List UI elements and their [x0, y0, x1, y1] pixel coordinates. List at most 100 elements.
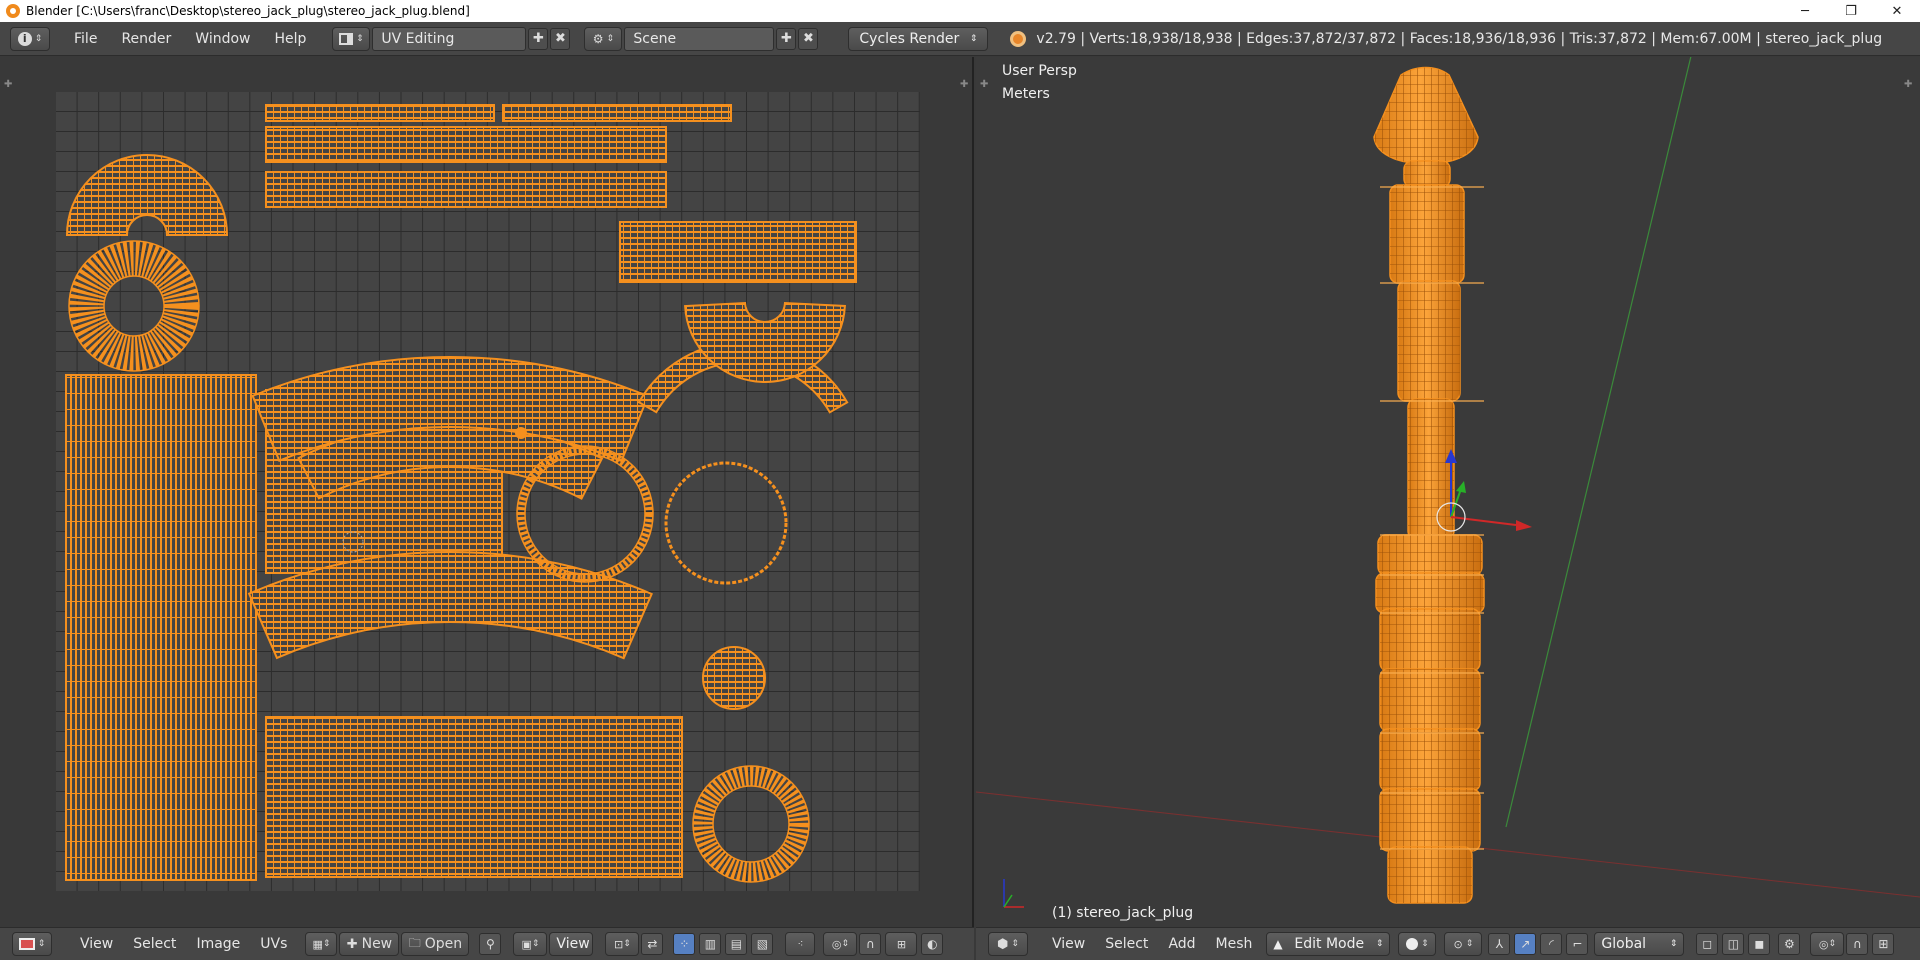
render-channel-button[interactable]: ◐ [921, 933, 944, 955]
manipulator-y-arrow-icon[interactable] [1456, 481, 1466, 493]
open-image-button[interactable]: 🗀 Open [401, 932, 470, 956]
plug-body-segment-wire[interactable] [1380, 609, 1480, 671]
uv-island[interactable] [265, 171, 667, 208]
uv-island[interactable] [265, 126, 667, 163]
rotate-manipulator-button[interactable]: ◜ [1540, 933, 1563, 955]
v3d-menu-mesh[interactable]: Mesh [1206, 936, 1263, 952]
sync-selection-button[interactable]: ⇄ [641, 933, 664, 955]
pivot-icon: ⊡ [614, 937, 624, 951]
new-image-button[interactable]: ✚ New [339, 932, 400, 956]
uv-ring-edge[interactable] [712, 785, 790, 863]
snap-button[interactable]: ∩ [1846, 933, 1869, 955]
image-editor-icon: ▣ [521, 937, 532, 951]
transform-orientation-dropdown[interactable]: Global ⇕ [1594, 932, 1685, 956]
edge-select-button[interactable]: ▥ [699, 933, 722, 955]
menu-render[interactable]: Render [109, 31, 183, 47]
info-header: i ⇕ File Render Window Help ⇕ UV Editing… [0, 22, 1920, 56]
restore-button[interactable]: ❐ [1828, 0, 1874, 22]
image-browse-button[interactable]: ▦ ⇕ [305, 932, 338, 956]
uv-ring-island[interactable] [69, 241, 199, 371]
translate-manipulator-button[interactable]: ↗ [1514, 933, 1537, 955]
uv-island[interactable] [502, 104, 732, 122]
uv-ring-island[interactable] [693, 766, 809, 882]
editor-type-3d-button[interactable]: ⬢ ⇕ [988, 932, 1028, 956]
editor-type-uv-button[interactable]: ⇕ [12, 932, 52, 956]
screen-layout-field[interactable]: UV Editing [372, 26, 527, 51]
render-engine-dropdown[interactable]: Cycles Render ⇕ [848, 26, 989, 51]
plug-body-segment-wire[interactable] [1380, 669, 1480, 731]
scale-manipulator-button[interactable]: ⌐ [1566, 933, 1589, 955]
close-button[interactable]: ✕ [1874, 0, 1920, 22]
edge-select-mode-button[interactable]: ◫ [1722, 933, 1745, 955]
plug-collar-wire[interactable] [1378, 535, 1482, 575]
plug-body-top-wire[interactable] [1376, 573, 1484, 613]
title-bar: Blender [C:\Users\franc\Desktop\stereo_j… [0, 0, 1920, 22]
snap-target-button[interactable]: ⊞ [1872, 933, 1895, 955]
proportional-edit-button[interactable]: ◎ ⇕ [823, 932, 858, 956]
uv-menu-select[interactable]: Select [123, 936, 186, 952]
uv-island[interactable] [619, 221, 857, 283]
plug-body-segment-wire[interactable] [1380, 729, 1480, 791]
v3d-menu-add[interactable]: Add [1158, 936, 1205, 952]
minimize-button[interactable]: ─ [1782, 0, 1828, 22]
uv-island[interactable] [65, 374, 257, 881]
uv-menu-uvs[interactable]: UVs [250, 936, 297, 952]
edit-mode-icon: ▲ [1273, 937, 1283, 951]
v3d-menu-view[interactable]: View [1042, 936, 1095, 952]
v3d-menu-select[interactable]: Select [1095, 936, 1158, 952]
add-layout-button[interactable]: ✚ [528, 27, 549, 50]
face-select-mode-button[interactable]: ◼ [1748, 933, 1771, 955]
uv-disc-island[interactable] [702, 646, 766, 710]
screen-layout-browse-button[interactable]: ⇕ [332, 26, 371, 51]
snap-toggle-button[interactable]: ∩ [859, 933, 882, 955]
plug-sleeve-lower-wire[interactable] [1408, 399, 1454, 539]
menu-window[interactable]: Window [183, 31, 262, 47]
magnet-icon: ∩ [1853, 937, 1862, 951]
uv-ring-island[interactable] [664, 461, 788, 585]
manipulator-x-arrow-icon[interactable] [1516, 520, 1532, 531]
pin-button[interactable]: ⚲ [479, 933, 502, 955]
plug-tip-neck-wire[interactable] [1404, 161, 1450, 187]
pivot-point-button[interactable]: ⊡ ⇕ [605, 932, 640, 956]
scene-field[interactable]: Scene [624, 26, 775, 51]
view-mode-dropdown[interactable]: View [549, 932, 594, 956]
manipulator-x-axis[interactable] [1450, 516, 1517, 526]
jack-plug-mesh[interactable] [1373, 66, 1485, 904]
vertex-select-button[interactable]: ⁘ [673, 933, 696, 955]
uv-menu-image[interactable]: Image [186, 936, 250, 952]
plug-body-segment-wire[interactable] [1380, 789, 1480, 851]
proportional-editing-button[interactable]: ◎ ⇕ [1810, 932, 1845, 956]
scene-browse-button[interactable]: ⚙ ⇕ [584, 26, 623, 51]
manipulator-toggle-button[interactable]: ⅄ [1488, 933, 1511, 955]
uv-islands[interactable] [0, 57, 974, 927]
occlude-geometry-button[interactable]: ⚙ [1778, 933, 1801, 955]
plug-body-bottom-wire[interactable] [1388, 847, 1472, 903]
viewport-shading-button[interactable]: ⇕ [1398, 932, 1437, 956]
uv-island[interactable] [265, 716, 683, 878]
editor-type-info-button[interactable]: i ⇕ [10, 26, 50, 51]
snap-element-button[interactable]: ⊞ [885, 932, 918, 956]
chevron-updown-icon: ⇕ [841, 939, 849, 949]
pivot-center-button[interactable]: ⊙ ⇕ [1444, 932, 1483, 956]
uv-arc-island[interactable] [65, 154, 229, 236]
plug-sleeve-wire[interactable] [1398, 281, 1460, 401]
uv-island[interactable] [265, 104, 495, 122]
view-mode-type-button[interactable]: ▣ ⇕ [513, 932, 548, 956]
plug-ring-upper-wire[interactable] [1390, 185, 1464, 283]
face-select-button[interactable]: ▤ [725, 933, 748, 955]
uv-disc-island[interactable] [515, 427, 527, 439]
uv-ring-edge[interactable] [103, 275, 165, 337]
interaction-mode-dropdown[interactable]: ▲ Edit Mode ⇕ [1266, 932, 1391, 956]
menu-help[interactable]: Help [262, 31, 318, 47]
uv-image-editor[interactable]: ✚ ✚ [0, 57, 974, 927]
island-select-button[interactable]: ▧ [751, 933, 774, 955]
menu-file[interactable]: File [62, 31, 109, 47]
plug-tip-wire[interactable] [1374, 67, 1478, 164]
remove-scene-button[interactable]: ✖ [798, 27, 819, 50]
3d-viewport[interactable]: ✚ ✚ User Persp Meters (1) stereo_jack_pl… [976, 57, 1920, 927]
uv-menu-view[interactable]: View [70, 936, 123, 952]
vertex-select-mode-button[interactable]: ◻ [1696, 933, 1719, 955]
add-scene-button[interactable]: ✚ [776, 27, 797, 50]
remove-layout-button[interactable]: ✖ [550, 27, 571, 50]
sticky-selection-button[interactable]: ⁖ [785, 932, 816, 956]
